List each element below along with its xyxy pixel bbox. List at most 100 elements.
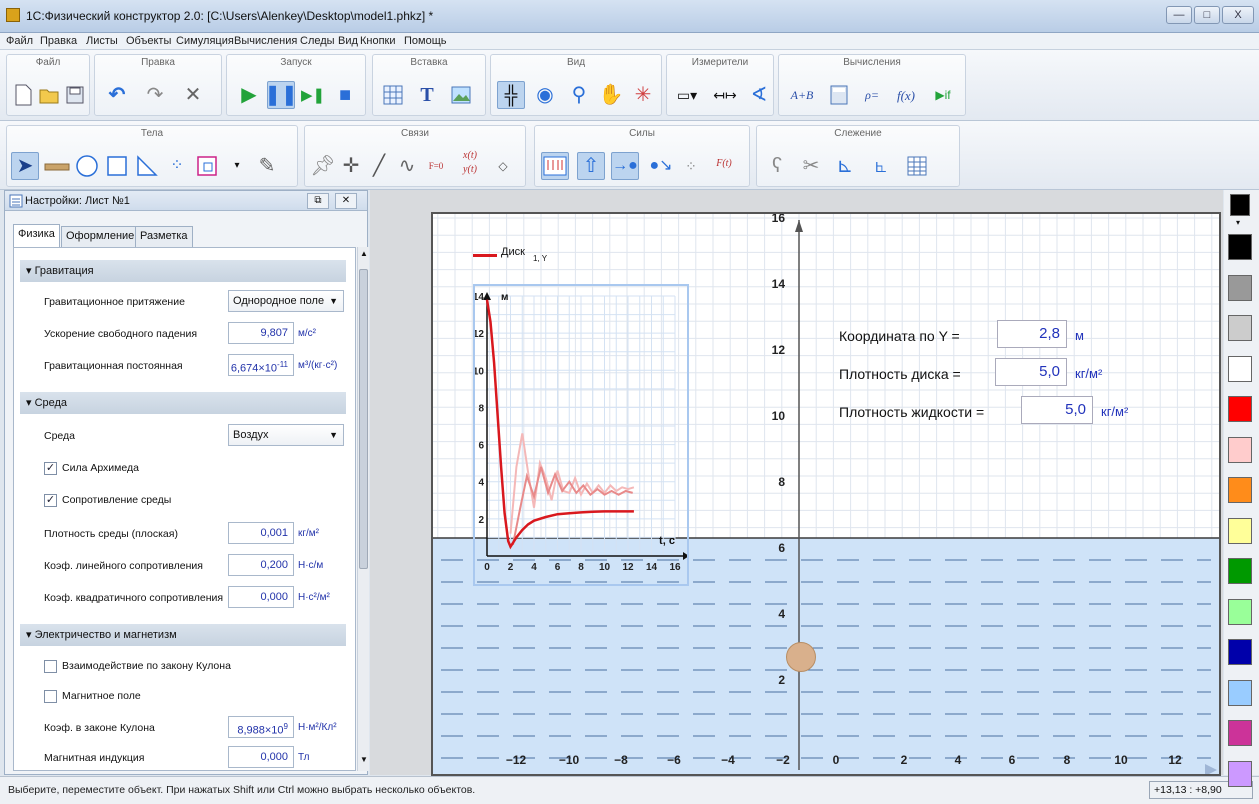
compound-dropdown-icon[interactable]: ▾	[223, 152, 251, 180]
palette-swatch[interactable]	[1228, 720, 1252, 746]
panel-close-button[interactable]: ✕	[335, 193, 357, 209]
palette-dropdown-icon[interactable]: ▾	[1236, 218, 1240, 227]
palette-swatch[interactable]	[1228, 639, 1252, 665]
motion-y-icon[interactable]: y(t)	[455, 162, 485, 178]
formula-icon[interactable]: A+B	[783, 81, 821, 109]
circle-body-icon[interactable]	[73, 152, 101, 180]
density-input[interactable]: 0,001	[228, 522, 294, 544]
force-zero-icon[interactable]: F=0	[421, 152, 451, 180]
menu-help[interactable]: Помощь	[404, 35, 447, 47]
cut-trace-icon[interactable]: ✂	[797, 152, 825, 180]
distance-icon[interactable]: ↤↦	[711, 81, 739, 109]
graph-plot-icon[interactable]: ⦜	[867, 152, 895, 180]
menu-view[interactable]: Вид	[338, 35, 358, 47]
point-link-icon[interactable]: ◇	[489, 152, 517, 180]
tab-layout[interactable]: Разметка	[135, 226, 193, 247]
play-icon[interactable]: ▶	[235, 81, 263, 109]
palette-swatch[interactable]	[1228, 234, 1252, 260]
insert-table-icon[interactable]	[379, 81, 407, 109]
close-button[interactable]: X	[1222, 6, 1254, 24]
ground-icon[interactable]	[43, 152, 71, 180]
variable-icon[interactable]: ρ=	[855, 81, 889, 109]
interaction-force-icon[interactable]: ⁘	[677, 152, 705, 180]
calculator-icon[interactable]	[825, 81, 853, 109]
redo-icon[interactable]: ↷	[141, 81, 169, 109]
zoom-icon[interactable]: ⚲	[565, 81, 593, 109]
palette-swatch[interactable]	[1228, 477, 1252, 503]
palette-swatch[interactable]	[1228, 315, 1252, 341]
menu-edit[interactable]: Правка	[40, 35, 77, 47]
new-file-icon[interactable]	[9, 81, 37, 109]
time-force-icon[interactable]: F(t)	[707, 150, 741, 178]
palette-swatch[interactable]	[1228, 436, 1252, 463]
condition-icon[interactable]: ▶if	[925, 81, 961, 109]
tab-physics[interactable]: Физика	[13, 224, 60, 247]
scroll-up-icon[interactable]: ▲	[360, 249, 368, 258]
palette-swatch[interactable]	[1228, 517, 1252, 544]
section-electromagnetism[interactable]: ▾ Электричество и магнетизм	[20, 624, 346, 646]
graph-axes-icon[interactable]: ⊾	[831, 152, 859, 180]
center-view-icon[interactable]: ✳	[629, 81, 657, 109]
magnetic-b-input[interactable]: 0,000	[228, 746, 294, 768]
eye-icon[interactable]: ◉	[531, 81, 559, 109]
readout-y-value[interactable]: 2,8	[997, 320, 1067, 348]
tab-appearance[interactable]: Оформление	[61, 226, 140, 247]
trace-icon[interactable]: ʕ	[763, 152, 791, 180]
step-icon[interactable]: ▶❚	[299, 81, 327, 109]
menu-calculations[interactable]: Вычисления	[234, 35, 297, 47]
compound-body-icon[interactable]	[193, 152, 221, 180]
insert-image-icon[interactable]	[447, 81, 475, 109]
polygon-body-icon[interactable]	[133, 152, 161, 180]
medium-select[interactable]: Воздух ▼	[228, 424, 344, 446]
minimize-button[interactable]: —	[1166, 6, 1192, 24]
pin-icon[interactable]: 📌︎	[309, 152, 337, 180]
field-force-icon[interactable]	[541, 152, 569, 180]
ruler-icon[interactable]: ▭▾	[673, 81, 701, 109]
delete-icon[interactable]: ✕	[179, 81, 207, 109]
edit-body-icon[interactable]: ✎	[253, 152, 281, 180]
menu-buttons[interactable]: Кнопки	[360, 35, 396, 47]
palette-swatch[interactable]	[1228, 679, 1252, 706]
insert-text-icon[interactable]: T	[413, 81, 441, 109]
menu-simulation[interactable]: Симуляция	[176, 35, 234, 47]
palette-swatch[interactable]	[1228, 355, 1252, 382]
coulomb-checkbox[interactable]	[44, 660, 57, 673]
hand-icon[interactable]: ✋	[597, 81, 625, 109]
section-gravitation[interactable]: ▾ Гравитация	[20, 260, 346, 282]
linear-input[interactable]: 0,200	[228, 554, 294, 576]
g-input[interactable]: 9,807	[228, 322, 294, 344]
G-input[interactable]: 6,674×10-11	[228, 354, 294, 376]
magnetic-checkbox[interactable]	[44, 690, 57, 703]
palette-swatch[interactable]	[1228, 274, 1252, 301]
rod-icon[interactable]: ╱	[365, 152, 393, 180]
palette-swatch[interactable]	[1228, 396, 1252, 422]
scroll-thumb[interactable]	[359, 269, 368, 569]
gravity-force-icon[interactable]: ⇧	[577, 152, 605, 180]
section-medium[interactable]: ▾ Среда	[20, 392, 346, 414]
open-file-icon[interactable]	[35, 81, 63, 109]
readout-liquid-density-value[interactable]: 5,0	[1021, 396, 1093, 424]
particles-icon[interactable]: ⁘	[163, 152, 191, 180]
undo-icon[interactable]: ↶	[103, 81, 131, 109]
data-table-icon[interactable]	[903, 152, 931, 180]
function-icon[interactable]: f(x)	[889, 81, 923, 109]
current-color-swatch[interactable]	[1230, 194, 1250, 216]
coulomb-k-input[interactable]: 8,988×109	[228, 716, 294, 738]
rectangle-body-icon[interactable]	[103, 152, 131, 180]
graph-widget[interactable]: 0 2 4 6 8 10 12 14 16 2 4 6 8 10 12 14 t, c м	[473, 284, 689, 586]
panel-scrollbar[interactable]: ▲ ▼	[357, 247, 369, 771]
scroll-down-icon[interactable]: ▼	[360, 755, 368, 764]
stop-icon[interactable]: ■	[331, 81, 359, 109]
attraction-select[interactable]: Однородное поле ▼	[228, 290, 344, 312]
angle-icon[interactable]: ∢	[745, 81, 773, 109]
select-cursor-icon[interactable]: ➤	[11, 152, 39, 180]
grid-axes-icon[interactable]: ╬	[497, 81, 525, 109]
resistance-checkbox[interactable]: ✓	[44, 494, 57, 507]
simulation-sheet[interactable]: 16 14 12 10 8 6 4 2 Координата по Y = 2,8 м Пло…	[431, 212, 1221, 776]
disk-body[interactable]	[786, 642, 816, 672]
hinge-icon[interactable]: ✛	[337, 152, 365, 180]
applied-force-icon[interactable]: →●	[611, 152, 639, 180]
menu-traces[interactable]: Следы	[300, 35, 335, 47]
palette-swatch[interactable]	[1228, 558, 1252, 584]
save-icon[interactable]	[61, 81, 89, 109]
